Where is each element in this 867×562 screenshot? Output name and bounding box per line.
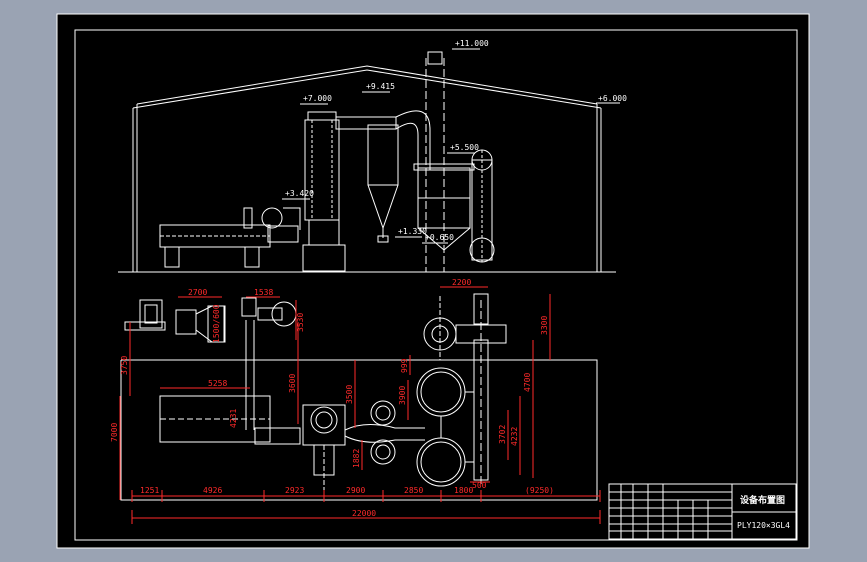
dim-vertical-11: 999 — [400, 358, 409, 373]
elevation-label-2: +9.415 — [362, 82, 395, 93]
elevation-label-4: +6.000 — [596, 94, 627, 104]
elevation-label-text: +7.000 — [303, 94, 332, 103]
cad-viewport[interactable]: +11.000 +9.415 +7.000 +6.000 +5.500 +3.4… — [0, 0, 867, 562]
dim-misc-1: 1500/600 — [212, 304, 221, 343]
elevation-label-7: +1.330 — [395, 227, 427, 238]
elevation-label-text: +3.420 — [285, 189, 314, 198]
drawing-title: 设备布置图 — [740, 494, 785, 506]
dim-bottom-7: (9250) — [525, 486, 554, 495]
dim-misc-3: 4231 — [229, 409, 238, 428]
dim-vertical-3: 3600 — [288, 374, 297, 393]
elevation-label-text: +0.650 — [425, 233, 454, 242]
elevation-label-text: +11.000 — [455, 39, 489, 48]
drawing-canvas: +11.000 +9.415 +7.000 +6.000 +5.500 +3.4… — [56, 13, 810, 549]
dim-bottom-2: 4926 — [203, 486, 222, 495]
dim-bottom-5: 2850 — [404, 486, 423, 495]
dim-vertical-2: 7000 — [110, 423, 119, 442]
elevation-label-text: +9.415 — [366, 82, 395, 91]
dim-misc-2: 5258 — [208, 379, 227, 388]
dim-vertical-8: 3702 — [498, 425, 507, 444]
elevation-label-text: +5.500 — [450, 143, 479, 152]
dim-vertical-12: 3530 — [296, 313, 305, 332]
dim-top-3: 2200 — [452, 278, 471, 287]
elevation-label-6: +3.420 — [282, 189, 314, 200]
elevation-label-text: +1.330 — [398, 227, 427, 236]
dim-bottom-4: 2900 — [346, 486, 365, 495]
elevation-label-1: +11.000 — [452, 39, 489, 50]
drawing-number: PLY120×3GL4 — [737, 521, 790, 530]
dim-bottom-3: 2923 — [285, 486, 304, 495]
dim-top-2: 1538 — [254, 288, 273, 297]
paper-sheet — [56, 13, 810, 549]
dim-small-1: 500 — [472, 481, 487, 490]
dim-total: 22000 — [352, 509, 376, 518]
elevation-label-text: +6.000 — [598, 94, 627, 103]
dim-vertical-4: 3500 — [345, 385, 354, 404]
dim-bottom-6: 1800 — [454, 486, 473, 495]
elevation-label-5: +5.500 — [447, 143, 479, 154]
dim-vertical-10: 3300 — [540, 316, 549, 335]
elevation-label-8: +0.650 — [422, 233, 454, 244]
dim-vertical-7: 4232 — [510, 427, 519, 446]
dim-top-1: 2700 — [188, 288, 207, 297]
dim-vertical-5: 3900 — [398, 386, 407, 405]
elevation-label-3: +7.000 — [300, 94, 332, 105]
dim-vertical-6: 1882 — [352, 449, 361, 468]
dim-bottom-1: 1251 — [140, 486, 159, 495]
dim-vertical-9: 4700 — [523, 373, 532, 392]
dim-vertical-1: 3750 — [120, 356, 129, 375]
